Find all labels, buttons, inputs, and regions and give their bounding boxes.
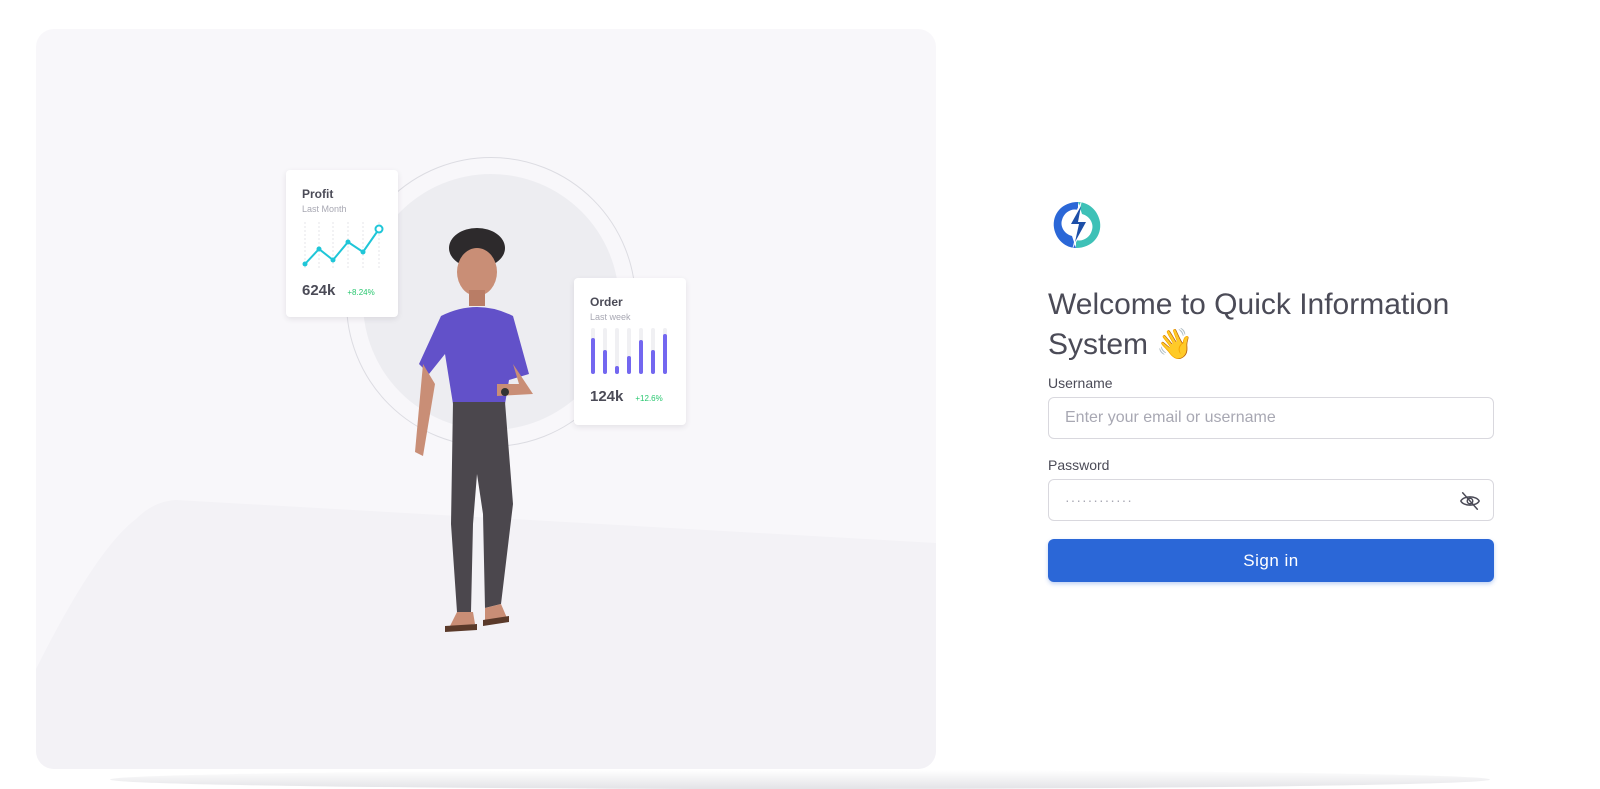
illustration-panel: Profit Last Month 624k +8.24% Order Last…	[36, 29, 936, 769]
profit-card-trend: +8.24%	[347, 288, 375, 297]
person-illustration	[415, 228, 533, 632]
bottom-shadow	[110, 770, 1490, 789]
order-card-subtitle: Last week	[590, 312, 631, 322]
order-card: Order Last week 124k +12.6%	[574, 278, 686, 425]
login-form: Welcome to Quick Information System 👋 Us…	[1048, 196, 1494, 582]
order-card-value: 124k	[590, 388, 624, 405]
profit-card: Profit Last Month 624k +8.24%	[286, 170, 398, 317]
order-bar-chart	[591, 328, 667, 374]
username-input[interactable]	[1049, 398, 1493, 438]
profit-card-title: Profit	[302, 187, 334, 201]
lightning-logo-icon	[1053, 200, 1101, 250]
welcome-title: Welcome to Quick Information System 👋	[1048, 288, 1450, 361]
sign-in-button[interactable]: Sign in	[1048, 539, 1494, 582]
username-field-wrapper	[1048, 397, 1494, 439]
password-input[interactable]	[1049, 480, 1493, 520]
login-page: Profit Last Month 624k +8.24% Order Last…	[0, 0, 1600, 789]
profit-line-chart	[302, 222, 384, 270]
profit-card-value: 624k	[302, 282, 336, 299]
profit-card-subtitle: Last Month	[302, 204, 347, 214]
password-field-wrapper	[1048, 479, 1494, 521]
username-label: Username	[1048, 375, 1113, 391]
password-label: Password	[1048, 457, 1110, 473]
eye-off-icon[interactable]	[1459, 490, 1481, 512]
order-card-trend: +12.6%	[635, 394, 663, 403]
order-card-title: Order	[590, 295, 623, 309]
